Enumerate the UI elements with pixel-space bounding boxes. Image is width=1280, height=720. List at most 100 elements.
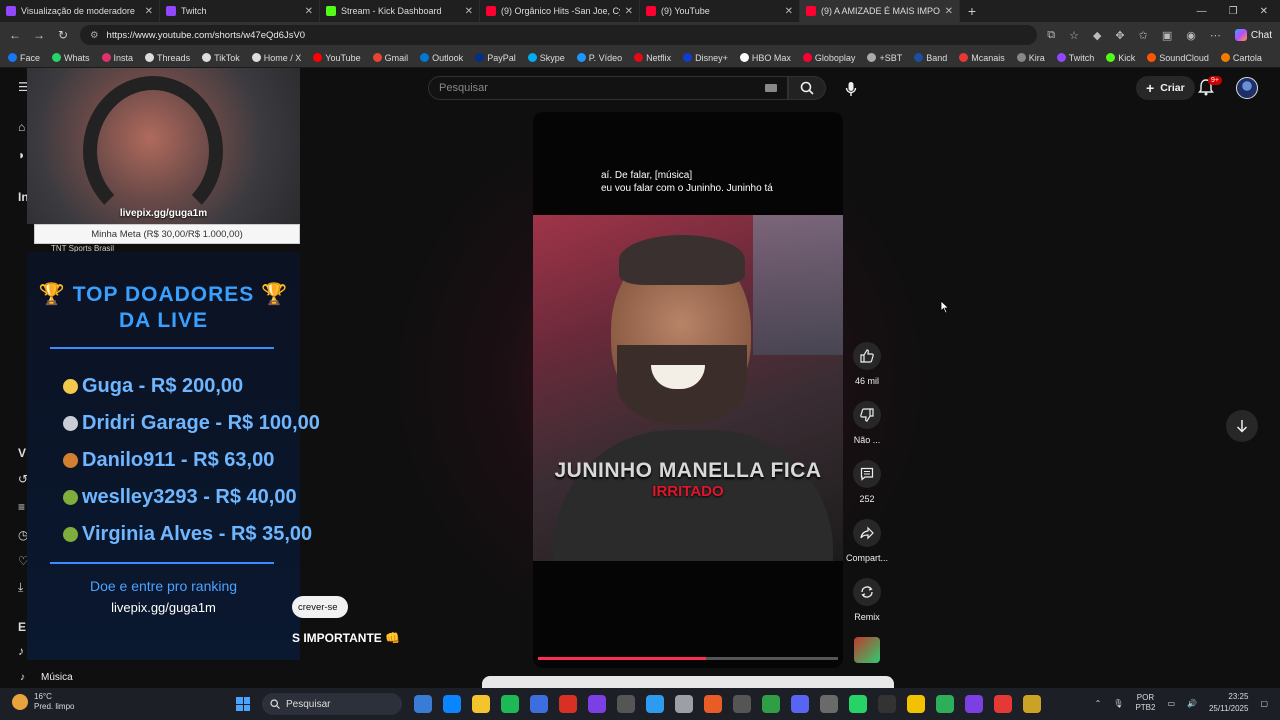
start-button[interactable] xyxy=(236,697,250,711)
bookmark-item[interactable]: Disney+ xyxy=(683,53,728,63)
browser-tab[interactable]: Twitch ✕ xyxy=(160,0,320,22)
notification-center-icon[interactable]: ▢ xyxy=(1260,699,1268,708)
tab-close-icon[interactable]: ✕ xyxy=(145,6,153,17)
home-icon[interactable]: ⌂ xyxy=(18,120,25,134)
keyboard-icon[interactable] xyxy=(765,84,777,92)
taskbar-app-icon[interactable] xyxy=(849,695,867,713)
taskbar-app-icon[interactable] xyxy=(878,695,896,713)
bookmark-item[interactable]: Kick xyxy=(1106,53,1135,63)
sound-thumbnail[interactable] xyxy=(847,637,887,688)
taskbar-app-icon[interactable] xyxy=(791,695,809,713)
profile-icon[interactable]: ◉ xyxy=(1186,29,1196,42)
network-icon[interactable]: ▭ xyxy=(1167,699,1175,708)
tab-close-icon[interactable]: ✕ xyxy=(465,6,473,17)
dislike-button[interactable]: Não ... xyxy=(847,401,887,460)
bookmark-item[interactable]: YouTube xyxy=(313,53,361,63)
bookmark-item[interactable]: Home / X xyxy=(251,53,301,63)
browser-tab[interactable]: (9) Orgânico Hits -San Joe, Cynth ✕ xyxy=(480,0,640,22)
sidebar-item-music[interactable]: ♪ Música xyxy=(20,672,73,683)
collections-icon[interactable]: ▣ xyxy=(1162,29,1172,42)
taskbar-app-icon[interactable] xyxy=(907,695,925,713)
more-menu-icon[interactable]: ⋯ xyxy=(1210,29,1221,42)
bookmark-item[interactable]: Band xyxy=(914,53,947,63)
browser-tab[interactable]: (9) A AMIZADE É MAIS IMPO ✕ xyxy=(800,0,960,22)
extension-icon[interactable]: ◆ xyxy=(1093,29,1101,42)
site-info-icon[interactable]: ⚙ xyxy=(90,30,99,41)
bookmark-item[interactable]: Insta xyxy=(101,53,133,63)
bookmark-item[interactable]: Mcanais xyxy=(959,53,1005,63)
star-icon[interactable]: ☆ xyxy=(1069,29,1079,42)
tray-chevron-icon[interactable]: ⌃ xyxy=(1095,699,1102,708)
address-bar[interactable]: ⚙ https://www.youtube.com/shorts/w47eQd6… xyxy=(80,25,1038,45)
taskbar-app-icon[interactable] xyxy=(530,695,548,713)
close-window-icon[interactable]: ✕ xyxy=(1260,6,1268,17)
clock[interactable]: 23:25 25/11/2025 xyxy=(1209,691,1248,715)
shorts-icon[interactable]: ◗ xyxy=(18,148,25,162)
bookmark-item[interactable]: Skype xyxy=(527,53,565,63)
taskbar-search[interactable]: Pesquisar xyxy=(262,693,402,715)
next-short-button[interactable] xyxy=(1226,410,1258,442)
taskbar-app-icon[interactable] xyxy=(675,695,693,713)
reload-icon[interactable]: ↻ xyxy=(56,28,70,42)
bookmark-item[interactable]: Threads xyxy=(145,53,190,63)
taskbar-app-icon[interactable] xyxy=(733,695,751,713)
short-video-player[interactable]: aí. De falar, [música] eu vou falar com … xyxy=(533,112,843,668)
taskbar-app-icon[interactable] xyxy=(617,695,635,713)
taskbar-app-icon[interactable] xyxy=(704,695,722,713)
search-input[interactable]: Pesquisar xyxy=(428,76,788,100)
taskbar-app-icon[interactable] xyxy=(762,695,780,713)
share-button[interactable]: Compart... xyxy=(846,519,888,578)
bookmark-item[interactable]: Globoplay xyxy=(802,53,855,63)
explore-icon[interactable]: ♪ xyxy=(18,644,24,658)
taskbar-app-icon[interactable] xyxy=(994,695,1012,713)
create-button[interactable]: + Criar xyxy=(1136,76,1195,100)
language-indicator[interactable]: POR PTB2 xyxy=(1135,693,1155,713)
taskbar-app-icon[interactable] xyxy=(588,695,606,713)
tab-close-icon[interactable]: ✕ xyxy=(305,6,313,17)
bookmark-item[interactable]: Netflix xyxy=(634,53,671,63)
volume-icon[interactable]: 🔊 xyxy=(1187,699,1197,708)
taskbar-app-icon[interactable] xyxy=(472,695,490,713)
bookmark-item[interactable]: HBO Max xyxy=(739,53,791,63)
bookmark-item[interactable]: Face xyxy=(8,53,40,63)
bookmark-item[interactable]: PayPal xyxy=(475,53,516,63)
bookmark-item[interactable]: Outlook xyxy=(420,53,463,63)
bookmark-item[interactable]: +SBT xyxy=(867,53,902,63)
remix-button[interactable]: Remix xyxy=(847,578,887,637)
search-button[interactable] xyxy=(788,76,826,100)
chat-button[interactable]: Chat xyxy=(1234,29,1272,41)
install-app-icon[interactable]: ⧉ xyxy=(1047,29,1055,42)
taskbar-app-icon[interactable] xyxy=(1023,695,1041,713)
taskbar-app-icon[interactable] xyxy=(965,695,983,713)
forward-icon[interactable]: → xyxy=(32,28,46,42)
avatar[interactable] xyxy=(1236,77,1258,99)
weather-widget[interactable]: 16°C Pred. limpo xyxy=(12,692,74,712)
new-tab-button[interactable]: + xyxy=(960,3,984,19)
subscribe-button[interactable]: crever-se xyxy=(292,596,348,618)
extensions-puzzle-icon[interactable]: ✥ xyxy=(1115,29,1124,42)
restore-icon[interactable]: ❐ xyxy=(1229,6,1238,17)
taskbar-app-icon[interactable] xyxy=(559,695,577,713)
bookmark-item[interactable]: Whats xyxy=(52,53,90,63)
like-button[interactable]: 46 mil xyxy=(847,342,887,401)
bookmark-item[interactable]: Twitch xyxy=(1056,53,1094,63)
bookmark-item[interactable]: SoundCloud xyxy=(1147,53,1209,63)
taskbar-app-icon[interactable] xyxy=(443,695,461,713)
tray-mic-icon[interactable]: 🎙 xyxy=(1113,699,1123,708)
taskbar-app-icon[interactable] xyxy=(501,695,519,713)
back-icon[interactable]: ← xyxy=(8,28,22,42)
bookmark-item[interactable]: Kira xyxy=(1016,53,1045,63)
browser-tab[interactable]: Visualização de moderadore ✕ xyxy=(0,0,160,22)
bookmark-item[interactable]: P. Vídeo xyxy=(576,53,622,63)
voice-search-button[interactable] xyxy=(838,76,864,102)
video-progress-bar[interactable] xyxy=(538,657,838,660)
taskbar-app-icon[interactable] xyxy=(414,695,432,713)
taskbar-app-icon[interactable] xyxy=(646,695,664,713)
taskbar-app-icon[interactable] xyxy=(820,695,838,713)
downloads-icon[interactable]: ⤓ xyxy=(18,580,23,595)
tab-close-icon[interactable]: ✕ xyxy=(625,6,633,17)
minimize-icon[interactable]: — xyxy=(1197,6,1207,17)
taskbar-app-icon[interactable] xyxy=(936,695,954,713)
browser-tab[interactable]: Stream - Kick Dashboard ✕ xyxy=(320,0,480,22)
next-short-preview[interactable] xyxy=(482,676,894,688)
